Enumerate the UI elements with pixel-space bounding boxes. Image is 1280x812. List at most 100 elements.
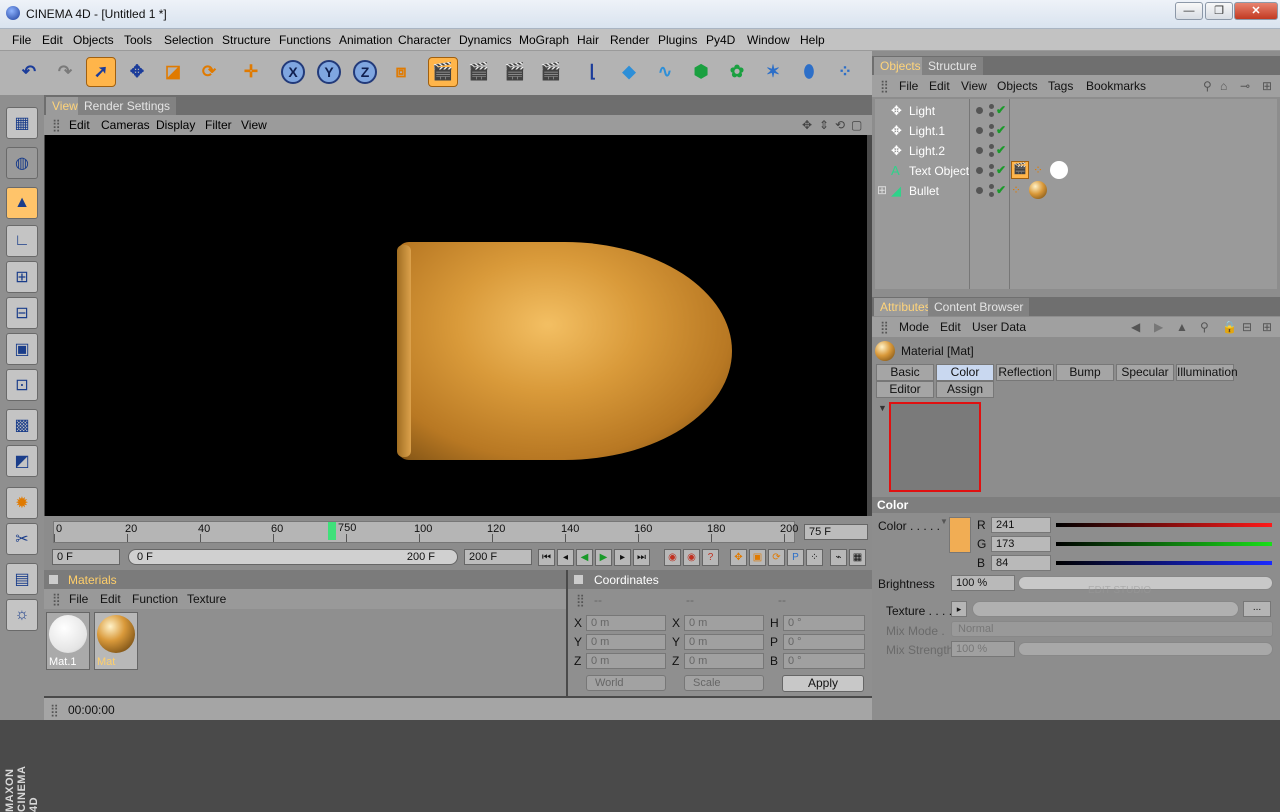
cube-icon[interactable]: ◆ [614,57,644,87]
menu-render[interactable]: Render [610,33,649,47]
record-icon[interactable]: ◉ [664,549,681,566]
tab-render-settings[interactable]: Render Settings [78,97,177,115]
world-dropdown[interactable]: World [586,675,666,691]
menu-dynamics[interactable]: Dynamics [459,33,512,47]
rot-p-field[interactable]: 0 ° [783,634,865,650]
objects-menu-tags[interactable]: Tags [1048,79,1073,93]
menu-edit[interactable]: Edit [42,33,63,47]
viewport-menu-view[interactable]: View [241,118,267,132]
objects-menu-file[interactable]: File [899,79,918,93]
render-view-icon[interactable]: 🎬 [428,57,458,87]
viewport-menu-cameras[interactable]: Cameras [101,118,150,132]
b-value-field[interactable]: 84 [991,555,1051,571]
y-axis-lock-icon[interactable]: Y [314,57,344,87]
texture-tag-icon[interactable]: ⁘ [1033,163,1043,177]
enabled-check-icon[interactable]: ✔ [996,163,1006,177]
new-window-icon[interactable]: ⊞ [1262,79,1272,93]
scene-icon[interactable]: ⬮ [794,57,824,87]
material-menu-file[interactable]: File [69,592,88,606]
z-axis-lock-icon[interactable]: Z [350,57,380,87]
null-object-icon[interactable]: ⌊ [578,57,608,87]
scheme-icon[interactable]: ▦ [849,549,866,566]
menu-animation[interactable]: Animation [339,33,392,47]
bullet-3d-model[interactable] [397,242,732,460]
size-y-field[interactable]: 0 m [684,634,764,650]
object-name[interactable]: Light.2 [909,144,945,158]
sculpt-icon[interactable]: ✹ [6,487,38,519]
new-window-icon[interactable]: ⊞ [1262,320,1272,334]
redo-icon[interactable]: ↷ [50,57,80,87]
undo-icon[interactable]: ↶ [14,57,44,87]
material-menu-edit[interactable]: Edit [100,592,121,606]
link-icon[interactable]: ⊸ [1240,79,1250,93]
use-object-axis-icon[interactable]: ▲ [6,187,38,219]
tab-objects[interactable]: Objects [874,57,927,75]
rot-b-field[interactable]: 0 ° [783,653,865,669]
swatch-dropdown-icon[interactable]: ▼ [940,517,948,526]
viewport-zoom-icon[interactable]: ⇕ [819,118,829,132]
sun-icon[interactable]: ☼ [6,599,38,631]
rot-h-field[interactable]: 0 ° [783,615,865,631]
mix-strength-field[interactable]: 100 % [951,641,1015,657]
x-axis-lock-icon[interactable]: X [278,57,308,87]
channel-tab-editor[interactable]: Editor [876,381,934,398]
objects-menu-edit[interactable]: Edit [929,79,950,93]
enabled-check-icon[interactable]: ✔ [996,143,1006,157]
texture-tag-icon[interactable]: ⁘ [1011,183,1021,197]
menu-mograph[interactable]: MoGraph [519,33,569,47]
object-row-bullet[interactable]: ⊞ ◢ Bullet ✔ ⁘ [875,181,1277,201]
pos-x-field[interactable]: 0 m [586,615,666,631]
key-scale-icon[interactable]: ▣ [749,549,766,566]
channel-tab-assign[interactable]: Assign [936,381,994,398]
blue-slider[interactable] [1056,561,1272,565]
enabled-check-icon[interactable]: ✔ [996,123,1006,137]
material-tag-icon[interactable] [1029,181,1047,199]
texture-browse-button[interactable]: ... [1243,601,1271,617]
menu-py4d[interactable]: Py4D [706,33,735,47]
environment-icon[interactable]: ⁘ [830,57,860,87]
mix-strength-slider[interactable] [1018,642,1273,656]
attr-menu-edit[interactable]: Edit [940,320,961,334]
object-name[interactable]: Light [909,104,935,118]
up-arrow-icon[interactable]: ▲ [1176,320,1188,334]
channel-tab-bump[interactable]: Bump [1056,364,1114,381]
r-value-field[interactable]: 241 [991,517,1051,533]
size-z-field[interactable]: 0 m [684,653,764,669]
close-button[interactable]: ✕ [1234,2,1278,20]
menu-objects[interactable]: Objects [73,33,114,47]
object-row-light-2[interactable]: ✥ Light.2 ✔ [875,141,1277,161]
menu-functions[interactable]: Functions [279,33,331,47]
array-icon[interactable]: ✿ [722,57,752,87]
end-frame-field[interactable]: 200 F [464,549,532,565]
menu-hair[interactable]: Hair [577,33,599,47]
key-position-icon[interactable]: ✥ [730,549,747,566]
polygons-mode-icon[interactable]: ▣ [6,333,38,365]
points-mode-icon[interactable]: ⊞ [6,261,38,293]
deformer-icon[interactable]: ✶ [758,57,788,87]
material-swatch-mat[interactable]: Mat [94,612,138,670]
current-frame-field[interactable]: 75 F [804,524,868,540]
enabled-check-icon[interactable]: ✔ [996,183,1006,197]
interpolation-icon[interactable]: ⌁ [830,549,847,566]
collapse-arrow-icon[interactable]: ▼ [878,403,887,413]
timeline-playhead[interactable] [328,522,336,540]
expand-icon[interactable]: ⊞ [877,183,887,197]
channel-tab-illumination[interactable]: Illumination [1176,364,1238,381]
next-key-icon[interactable]: ▸ [614,549,631,566]
pos-y-field[interactable]: 0 m [586,634,666,650]
apply-button[interactable]: Apply [782,675,864,692]
viewport-menu-edit[interactable]: Edit [69,118,90,132]
lock-icon[interactable]: 🔒 [1222,320,1237,334]
go-to-start-icon[interactable]: ⏮ [538,549,555,566]
object-name[interactable]: Light.1 [909,124,945,138]
nurbs-icon[interactable]: ⬢ [686,57,716,87]
edit-render-settings-icon[interactable]: 🎬 [536,57,566,87]
channel-tab-reflection[interactable]: Reflection [996,364,1054,381]
object-row-light-1[interactable]: ✥ Light.1 ✔ [875,121,1277,141]
tab-content-browser[interactable]: Content Browser [928,298,1030,316]
paint-icon[interactable]: ✂ [6,523,38,555]
layout-icon[interactable]: ▤ [6,563,38,595]
maximize-button[interactable]: ❐ [1205,2,1233,20]
use-model-tool-icon[interactable]: ▦ [6,107,38,139]
previous-key-icon[interactable]: ◂ [557,549,574,566]
